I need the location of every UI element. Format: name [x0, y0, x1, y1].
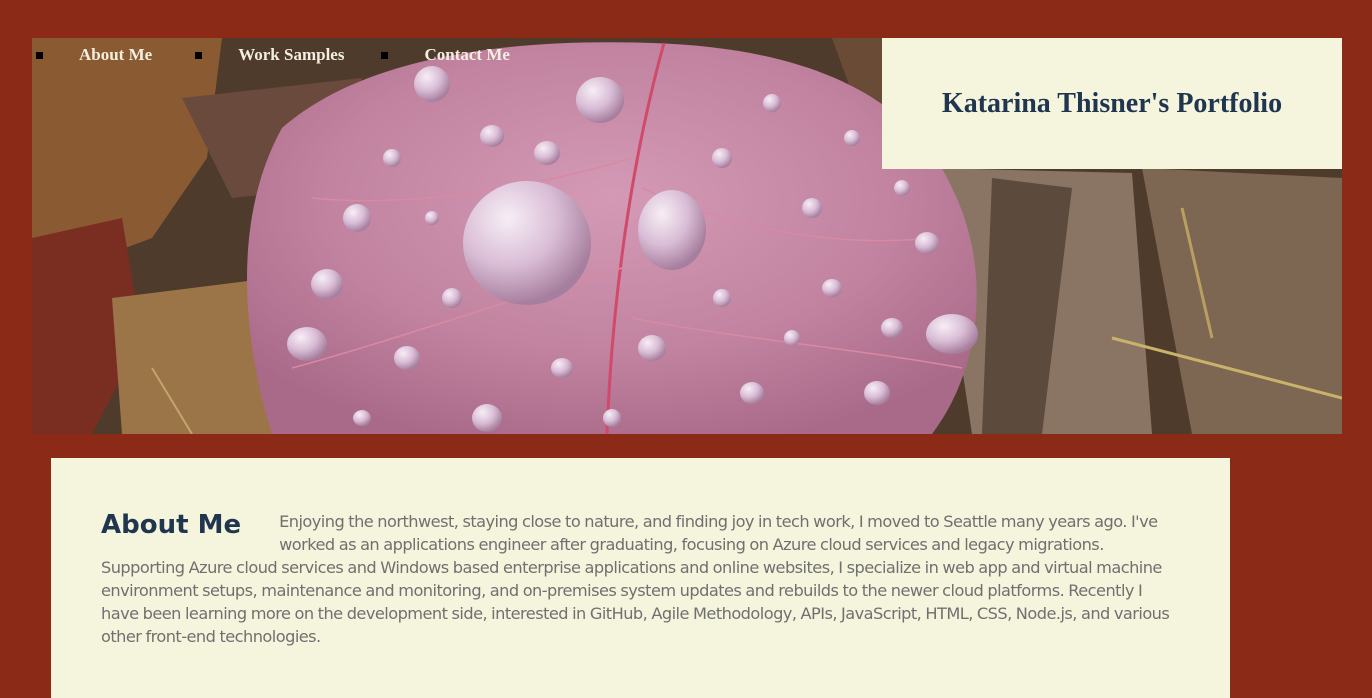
site-title: Katarina Thisner's Portfolio: [941, 87, 1283, 119]
nav-label-about-me[interactable]: About Me: [79, 45, 152, 65]
nav-label-work-samples[interactable]: Work Samples: [238, 45, 344, 65]
nav-item-about-me[interactable]: About Me: [36, 45, 195, 65]
about-section: About Me Enjoying the northwest, staying…: [51, 458, 1230, 698]
about-body: Enjoying the northwest, staying close to…: [101, 512, 1170, 646]
site-title-box: Katarina Thisner's Portfolio: [882, 38, 1342, 169]
nav-label-contact-me[interactable]: Contact Me: [424, 45, 509, 65]
bullet-icon: [195, 51, 203, 59]
nav-item-contact-me[interactable]: Contact Me: [381, 45, 510, 65]
about-heading: About Me: [101, 510, 242, 540]
bullet-icon: [36, 51, 43, 59]
bullet-icon: [381, 51, 389, 59]
hero-banner: About Me Work Samples Contact Me Katarin…: [32, 38, 1342, 434]
nav-item-work-samples[interactable]: Work Samples: [195, 45, 381, 65]
main-nav: About Me Work Samples Contact Me: [32, 44, 510, 66]
